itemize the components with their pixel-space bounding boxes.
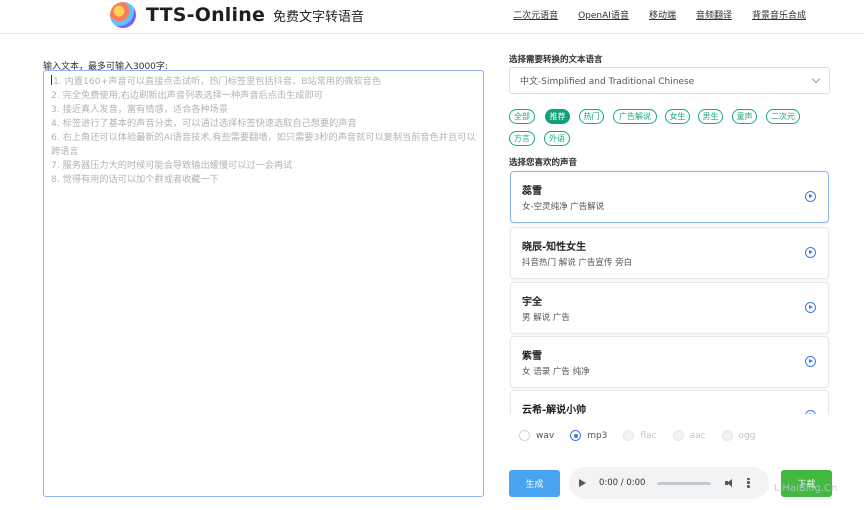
placeholder-line: 1. 内置160+声音可以直接点击试听，热门标签里包括抖音、B站常用的微软音色 bbox=[53, 76, 382, 87]
audio-player: 0:00 / 0:00 bbox=[569, 467, 769, 499]
radio-icon[interactable] bbox=[623, 430, 635, 441]
text-input[interactable]: 1. 内置160+声音可以直接点击试听，热门标签里包括抖音、B站常用的微软音色 … bbox=[43, 70, 484, 497]
voice-card[interactable]: 云希-解说小帅 bbox=[510, 390, 829, 414]
player-time: 0:00 / 0:00 bbox=[599, 478, 646, 488]
placeholder-line: 7. 服务器压力大的时候可能会导致输出缓慢可以过一会再试 bbox=[51, 160, 293, 171]
placeholder-line: 3. 接近真人发音，富有情感，适合各种场景 bbox=[51, 104, 229, 115]
format-label: ogg bbox=[738, 430, 756, 441]
nav-mobile[interactable]: 移动端 bbox=[649, 8, 676, 21]
voice-name: 云希-解说小帅 bbox=[522, 405, 587, 414]
voice-name: 晓辰-知性女生 bbox=[522, 242, 587, 253]
format-label: aac bbox=[689, 430, 706, 441]
voice-card[interactable]: 紫雪 女 语录 广告 纯净 bbox=[510, 336, 829, 388]
tag-ad-narration[interactable]: 广告解说 bbox=[613, 109, 657, 124]
nav-bgm-synthesis[interactable]: 背景音乐合成 bbox=[752, 8, 806, 21]
tag-foreign[interactable]: 外语 bbox=[544, 131, 570, 146]
nav-anime-voice[interactable]: 二次元语音 bbox=[513, 8, 558, 21]
generate-button[interactable]: 生成 bbox=[509, 470, 560, 497]
radio-icon[interactable] bbox=[672, 430, 684, 441]
chevron-down-icon bbox=[811, 74, 821, 84]
voice-card[interactable]: 晓辰-知性女生 抖音热门 解说 广告宣传 旁白 bbox=[510, 227, 829, 279]
play-icon[interactable] bbox=[805, 410, 816, 414]
tag-all[interactable]: 全部 bbox=[509, 109, 535, 124]
voice-list[interactable]: 蕊雪 女-空灵纯净 广告解说 晓辰-知性女生 抖音热门 解说 广告宣传 旁白 宇… bbox=[509, 170, 830, 414]
format-label: mp3 bbox=[587, 430, 608, 441]
voice-name: 宇全 bbox=[522, 297, 542, 308]
format-option-wav[interactable]: wav bbox=[519, 430, 554, 441]
tag-male[interactable]: 男生 bbox=[698, 109, 723, 124]
player-progress-bar[interactable] bbox=[657, 481, 712, 485]
watermark: LiHaiBlog.Cn bbox=[774, 483, 838, 494]
app-subtitle: 免费文字转语音 bbox=[273, 9, 365, 25]
voice-description: 男 解说 广告 bbox=[522, 313, 570, 323]
format-label: flac bbox=[640, 430, 657, 441]
tag-recommended[interactable]: 推荐 bbox=[545, 109, 570, 124]
app-title: TTS-Online bbox=[146, 4, 266, 26]
placeholder-line: 6. 右上角还可以体验最新的AI语音技术,有些需要翻墙，如只需要3秒的声音就可以… bbox=[51, 132, 476, 157]
text-caret bbox=[51, 75, 52, 85]
voice-name: 蕊雪 bbox=[522, 186, 542, 197]
tag-hot[interactable]: 热门 bbox=[579, 109, 604, 124]
voice-description: 女 语录 广告 纯净 bbox=[522, 367, 590, 377]
play-icon[interactable] bbox=[805, 191, 816, 202]
voice-description: 抖音热门 解说 广告宣传 旁白 bbox=[522, 258, 633, 268]
format-option-mp3[interactable]: mp3 bbox=[570, 430, 607, 441]
nav-openai-voice[interactable]: OpenAI语音 bbox=[578, 8, 629, 21]
tag-anime[interactable]: 二次元 bbox=[766, 109, 800, 124]
voice-description: 女-空灵纯净 广告解说 bbox=[522, 202, 605, 212]
radio-icon[interactable] bbox=[721, 430, 733, 441]
logo[interactable]: TTS-Online 免费文字转语音 bbox=[110, 0, 364, 30]
format-option-aac[interactable]: aac bbox=[672, 430, 706, 441]
language-selected-value: 中文-Simplified and Traditional Chinese bbox=[520, 77, 695, 87]
voice-card[interactable]: 宇全 男 解说 广告 bbox=[510, 282, 829, 334]
top-header: TTS-Online 免费文字转语音 二次元语音 OpenAI语音 移动端 音频… bbox=[0, 0, 864, 34]
top-nav: 二次元语音 OpenAI语音 移动端 音频翻译 背景音乐合成 bbox=[493, 8, 806, 21]
placeholder-line: 8. 觉得有用的话可以加个群或者收藏一下 bbox=[51, 174, 219, 185]
voice-name: 紫雪 bbox=[522, 351, 542, 362]
language-label: 选择需要转换的文本语言 bbox=[509, 55, 603, 65]
logo-icon bbox=[110, 2, 136, 28]
format-option-ogg[interactable]: ogg bbox=[721, 430, 756, 441]
more-options-icon[interactable] bbox=[747, 477, 750, 489]
tag-female[interactable]: 女生 bbox=[665, 109, 690, 124]
tag-child[interactable]: 童声 bbox=[732, 109, 757, 124]
format-radio-group: wav mp3 flac aac ogg bbox=[519, 430, 771, 441]
language-select[interactable]: 中文-Simplified and Traditional Chinese bbox=[509, 67, 830, 94]
tag-dialect[interactable]: 方言 bbox=[509, 131, 535, 146]
play-icon[interactable] bbox=[805, 247, 816, 258]
placeholder-line: 2. 完全免费使用,右边刷新出声音列表选择一种声音后点击生成即可 bbox=[51, 90, 323, 101]
volume-icon[interactable] bbox=[725, 478, 735, 488]
play-icon[interactable] bbox=[805, 302, 816, 313]
play-icon[interactable] bbox=[805, 356, 816, 367]
format-option-flac[interactable]: flac bbox=[623, 430, 657, 441]
radio-icon[interactable] bbox=[519, 430, 530, 441]
play-icon[interactable] bbox=[579, 479, 586, 487]
nav-audio-translate[interactable]: 音频翻译 bbox=[696, 8, 732, 21]
voice-list-label: 选择您喜欢的声音 bbox=[509, 158, 578, 168]
format-label: wav bbox=[536, 430, 555, 441]
radio-checked-icon[interactable] bbox=[570, 430, 582, 441]
voice-card[interactable]: 蕊雪 女-空灵纯净 广告解说 bbox=[510, 171, 829, 223]
placeholder-line: 4. 标签进行了基本的声音分类，可以通过选择标签快速选取自己想要的声音 bbox=[51, 118, 357, 129]
